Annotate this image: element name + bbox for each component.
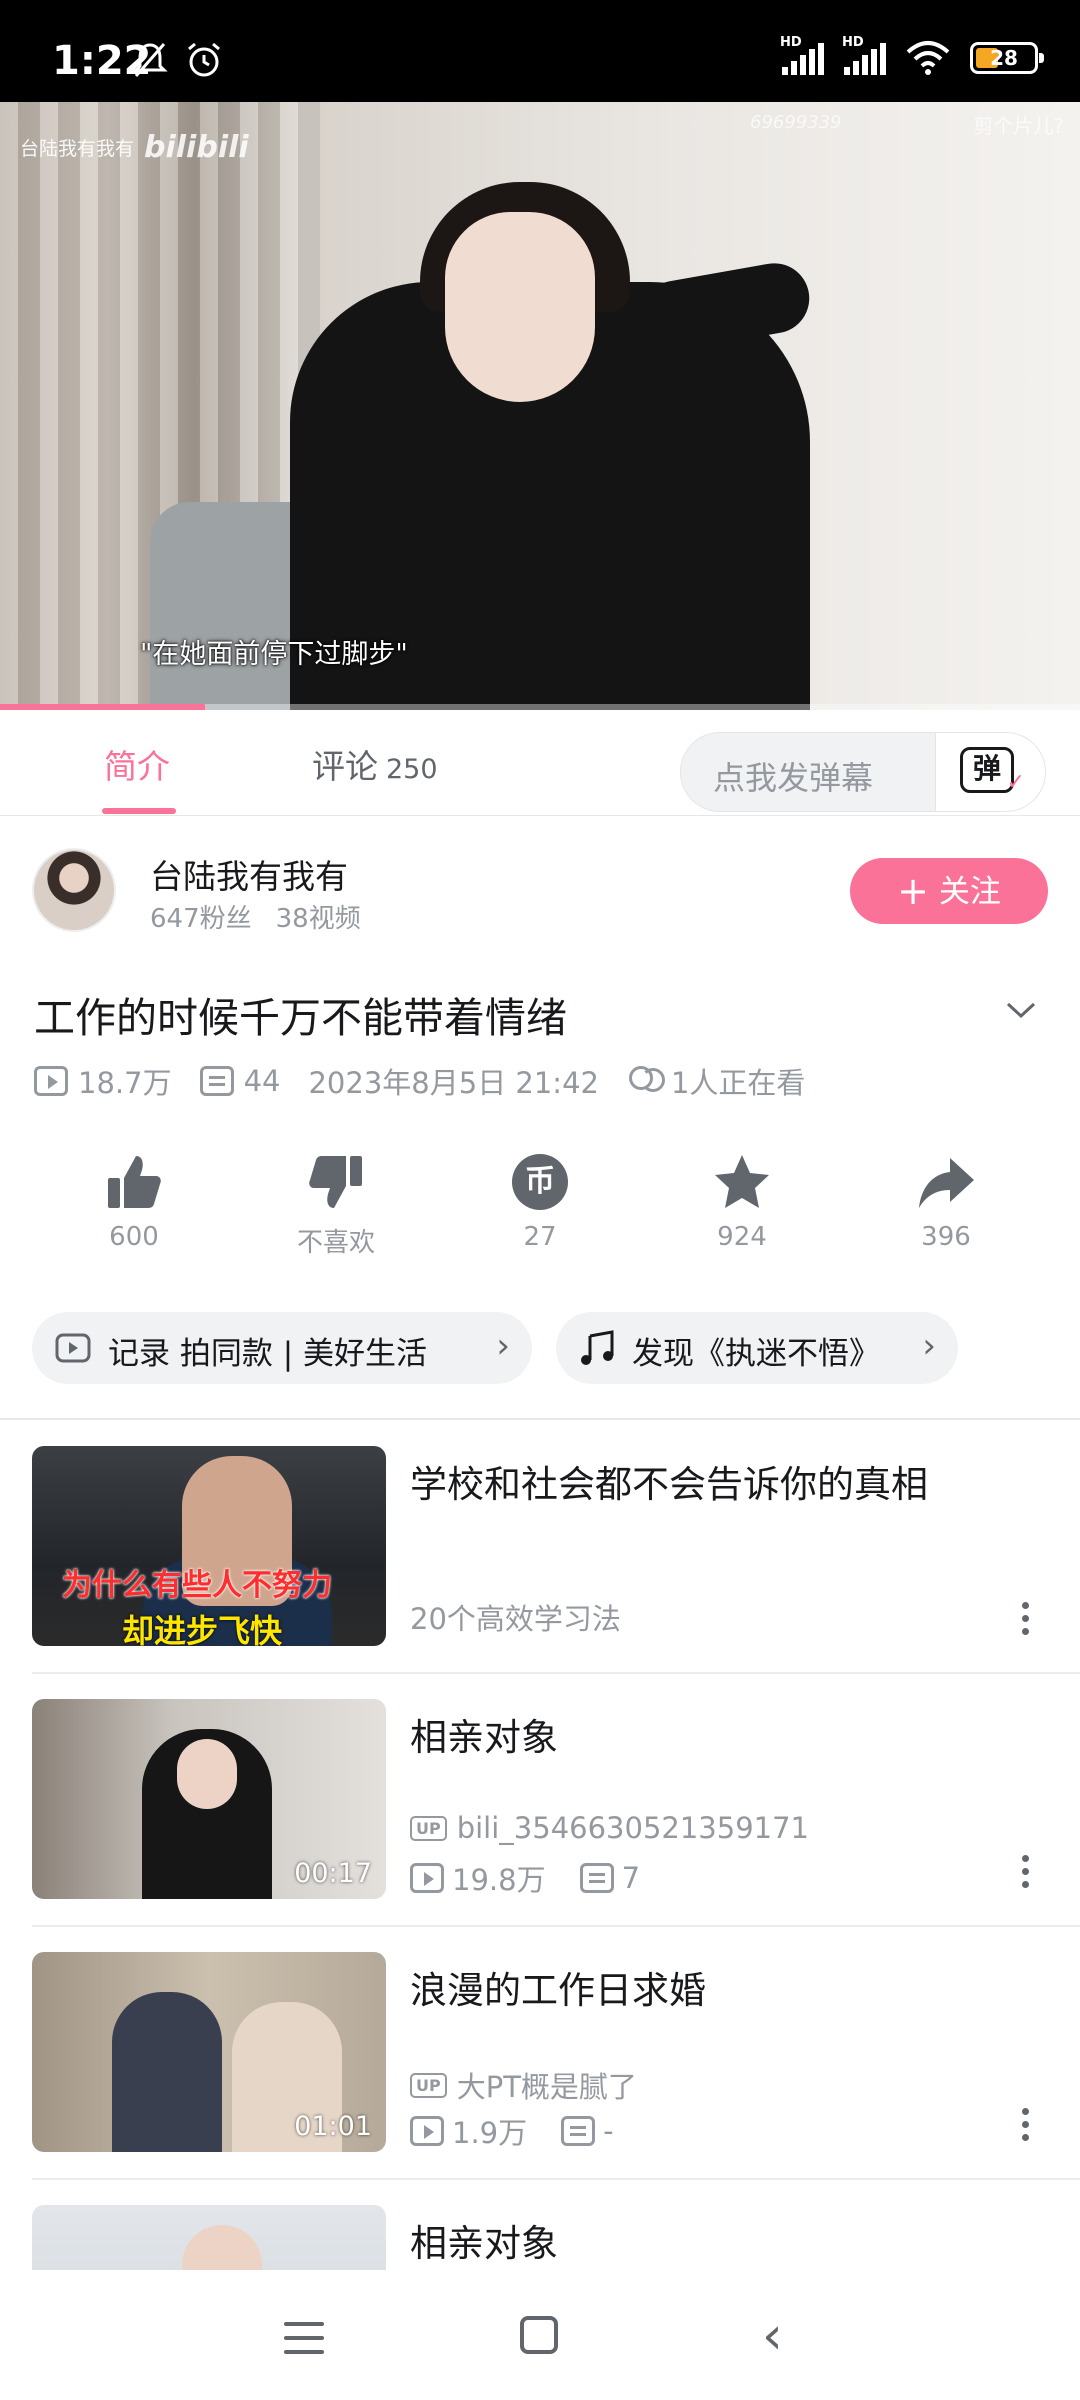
list-item[interactable]: 相亲对象 (0, 2205, 1080, 2270)
related-meta: 19.8万 7 (410, 1857, 640, 1899)
video-record-icon (55, 1333, 91, 1363)
bell-off-icon (132, 43, 168, 77)
home-square-icon[interactable] (520, 2316, 558, 2354)
system-nav-bar: ‹ (0, 2270, 1080, 2400)
star-icon (715, 1155, 769, 1208)
play-count-icon (34, 1066, 68, 1096)
danmaku-count-icon (561, 2116, 596, 2146)
plus-icon: + (897, 869, 929, 913)
video-thumbnail[interactable] (32, 2205, 386, 2270)
status-left-icons (130, 40, 224, 80)
follow-button[interactable]: + 关注 (850, 858, 1048, 924)
view-count: 18.7万 (78, 1066, 172, 1100)
publish-date: 2023年8月5日 21:42 (308, 1066, 599, 1100)
coin-icon: 币 (512, 1154, 568, 1210)
danmaku-input[interactable]: 点我发弹幕 弹 (680, 732, 1046, 812)
related-title: 相亲对象 (410, 2222, 558, 2265)
recents-menu-icon[interactable] (284, 2322, 324, 2354)
more-options-icon[interactable] (1020, 1602, 1030, 1642)
tab-comments[interactable]: 评论 250 (312, 740, 438, 788)
comments-count: 250 (386, 754, 438, 785)
video-frame-arm (635, 257, 815, 357)
video-watermark: 台陆我有我有 bilibili (20, 130, 249, 165)
video-frame-face (445, 212, 595, 402)
uploader-meta: 647粉丝 38视频 (150, 898, 361, 935)
watching-icon (627, 1066, 665, 1096)
video-thumbnail[interactable]: 为什么有些人不努力 却进步飞快 (32, 1446, 386, 1646)
share-button[interactable]: 396 (876, 1150, 1016, 1252)
watermark-id: 69699339 (750, 112, 842, 133)
action-row: 600 不喜欢 币 27 924 396 (0, 1150, 1080, 1270)
topic-chip[interactable]: 记录 拍同款 | 美好生活 › (32, 1312, 532, 1384)
back-chevron-icon[interactable]: ‹ (762, 2310, 783, 2362)
related-title: 相亲对象 (410, 1716, 558, 1759)
danmaku-toggle-button[interactable]: 弹 (935, 733, 1045, 811)
tab-intro[interactable]: 简介 (104, 740, 170, 788)
bilibili-logo: bilibili (144, 130, 249, 165)
tab-indicator (102, 808, 176, 814)
section-divider (0, 1418, 1080, 1420)
related-title: 学校和社会都不会告诉你的真相 (410, 1463, 928, 1506)
thumb-up-icon (108, 1156, 161, 1208)
more-options-icon[interactable] (1020, 2108, 1030, 2148)
list-item[interactable]: 为什么有些人不努力 却进步飞快 学校和社会都不会告诉你的真相 20个高效学习法 (0, 1446, 1080, 1698)
signal-icon: HD (780, 35, 824, 75)
video-title: 工作的时候千万不能带着情绪 (34, 994, 567, 1042)
status-right-icons: HD HD 28 (780, 35, 1044, 76)
coin-button[interactable]: 币 27 (470, 1150, 610, 1252)
chevron-right-icon: › (496, 1326, 510, 1366)
video-subtitle: "在她面前停下过脚步" (140, 639, 408, 670)
video-stats: 18.7万 44 2023年8月5日 21:42 1人正在看 (34, 1060, 805, 1102)
danmaku-count-icon (579, 1863, 614, 1893)
detail-tabs: 简介 评论 250 点我发弹幕 弹 (0, 710, 1080, 816)
music-note-icon (581, 1330, 614, 1365)
up-badge-icon: UP (410, 1815, 447, 1841)
signal-icon: HD (842, 35, 886, 75)
uploader-fans: 647粉丝 (150, 904, 252, 934)
uploader-videos: 38视频 (275, 904, 361, 934)
watching-count: 1人正在看 (670, 1066, 806, 1100)
avatar[interactable] (32, 848, 116, 932)
list-item[interactable]: 00:17 相亲对象 UP bili_3546630521359171 19.8万… (0, 1699, 1080, 1951)
up-badge-icon: UP (410, 2072, 447, 2098)
play-count-icon (410, 2116, 444, 2146)
dislike-button[interactable]: 不喜欢 (266, 1150, 406, 1259)
uploader-name[interactable]: 台陆我有我有 (150, 850, 348, 898)
battery-icon: 28 (970, 42, 1044, 74)
chevron-down-icon[interactable] (1006, 995, 1036, 1025)
like-button[interactable]: 600 (64, 1150, 204, 1252)
list-item[interactable]: 01:01 浪漫的工作日求婚 UP 大PT概是腻了 1.9万 - (0, 1952, 1080, 2204)
share-arrow-icon (919, 1158, 974, 1208)
video-thumbnail[interactable]: 00:17 (32, 1699, 386, 1899)
video-thumbnail[interactable]: 01:01 (32, 1952, 386, 2152)
favorite-button[interactable]: 924 (672, 1150, 812, 1252)
related-subtitle: 20个高效学习法 (410, 1602, 621, 1636)
danmaku-placeholder: 点我发弹幕 (713, 759, 874, 797)
thumb-down-icon (309, 1156, 362, 1208)
related-owner: UP 大PT概是腻了 (410, 2064, 637, 2106)
wifi-icon (906, 41, 950, 75)
watermark-right: 剪个片儿? (973, 114, 1064, 138)
related-meta: 1.9万 - (410, 2110, 614, 2152)
watermark-channel: 台陆我有我有 (20, 138, 135, 160)
play-count-icon (410, 1863, 444, 1893)
duration-badge: 00:17 (294, 1858, 372, 1889)
danmaku-tv-icon: 弹 (960, 747, 1025, 802)
video-player[interactable]: 台陆我有我有 bilibili 69699339 剪个片儿? "在她面前停下过脚… (0, 102, 1080, 710)
music-chip[interactable]: 发现《执迷不悟》 › (556, 1312, 958, 1384)
alarm-icon (188, 42, 220, 77)
duration-badge: 01:01 (294, 2111, 372, 2142)
danmaku-count: 44 (243, 1064, 281, 1098)
related-owner: UP bili_3546630521359171 (410, 1811, 809, 1845)
danmaku-count-icon (199, 1066, 234, 1096)
chevron-right-icon: › (922, 1326, 936, 1366)
related-title: 浪漫的工作日求婚 (410, 1969, 706, 2012)
status-bar: 1:22 HD HD 28 (0, 0, 1080, 102)
more-options-icon[interactable] (1020, 1855, 1030, 1895)
